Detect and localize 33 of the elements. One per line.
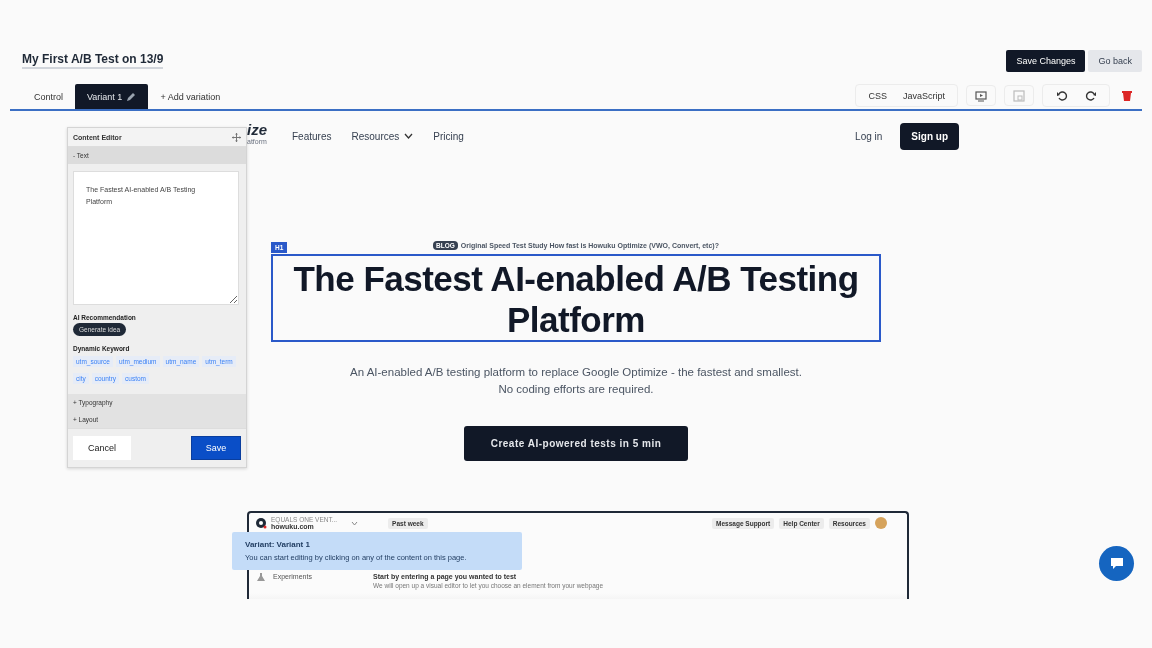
chat-icon — [1109, 557, 1124, 570]
cta-button[interactable]: Create AI-powered tests in 5 min — [464, 426, 688, 461]
css-button[interactable]: CSS — [860, 90, 895, 101]
save-changes-button[interactable]: Save Changes — [1006, 49, 1086, 72]
chat-button[interactable] — [1099, 546, 1134, 581]
toast-title: Variant: Variant 1 — [245, 540, 311, 549]
nav-link[interactable]: Resources — [351, 130, 414, 142]
chevron-down-icon — [351, 520, 359, 526]
avatar-icon — [875, 517, 887, 529]
preview-icon — [975, 89, 987, 102]
subtitle: An AI-enabled A/B testing platform to replace Google Optimize - the fastest and smallest. No coding efforts are required. — [349, 365, 803, 397]
nav-link[interactable]: Pricing — [433, 130, 464, 142]
nav-link[interactable]: Features — [292, 130, 332, 142]
variation-tab[interactable]: + Add variation — [148, 84, 233, 109]
flask-icon — [257, 573, 265, 581]
layout-icon — [1013, 89, 1025, 102]
undo-icon — [1055, 89, 1068, 102]
org-logo-icon — [255, 517, 267, 529]
variation-tab[interactable]: Variant 1 — [75, 84, 149, 109]
test-title[interactable]: My First A/B Test on 13/9 — [22, 52, 164, 69]
go-back-button[interactable]: Go back — [1088, 49, 1142, 72]
javascript-button[interactable]: JavaScript — [894, 90, 953, 101]
cancel-button[interactable]: Cancel — [73, 436, 131, 460]
preview-button[interactable] — [966, 85, 996, 106]
trash-icon — [1122, 90, 1132, 101]
save-button[interactable]: Save — [191, 436, 241, 460]
redo-icon — [1084, 89, 1097, 102]
logo-text: ize — [247, 121, 267, 138]
headline: The Fastest AI-enabled A/B Testing Platform — [292, 258, 860, 340]
sign-up-button[interactable]: Sign up — [900, 122, 959, 150]
login-link[interactable]: Log in — [855, 130, 883, 142]
move-icon — [232, 132, 241, 142]
variation-tab[interactable]: Control — [22, 84, 75, 109]
